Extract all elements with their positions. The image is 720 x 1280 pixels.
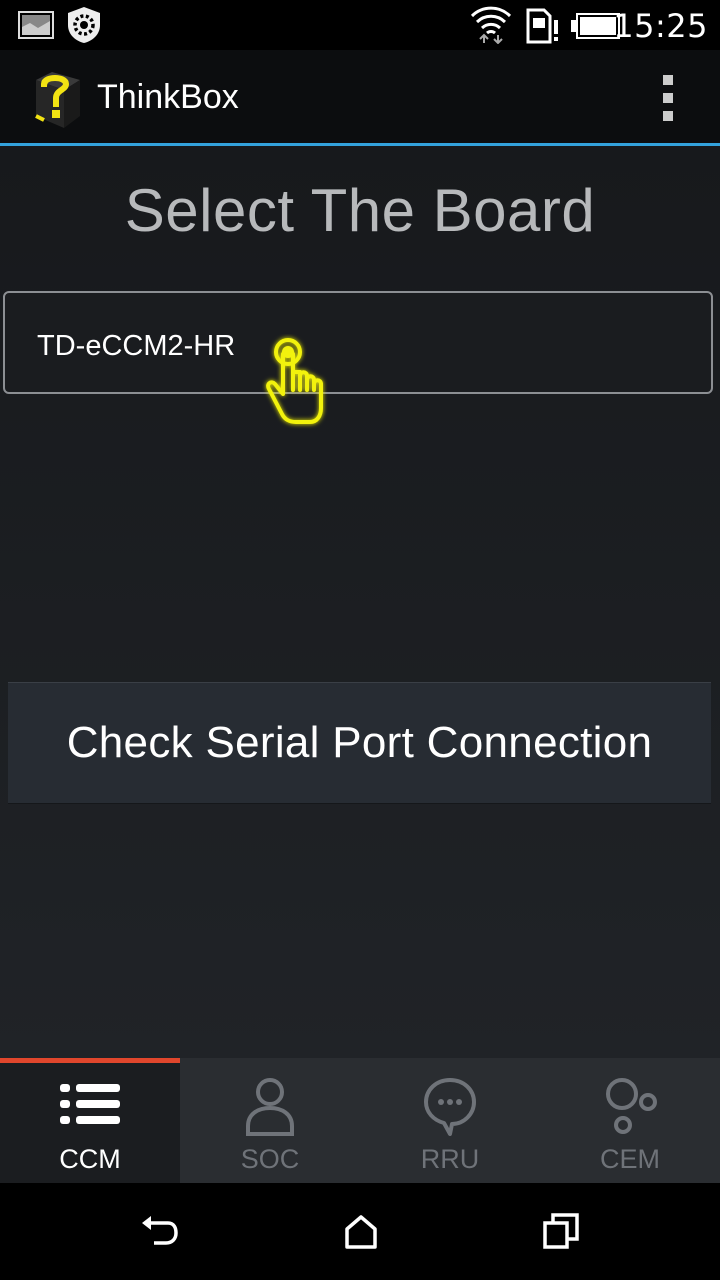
tab-label: SOC bbox=[240, 1144, 300, 1174]
list-icon bbox=[58, 1076, 122, 1137]
home-icon[interactable] bbox=[343, 1213, 379, 1254]
person-icon bbox=[238, 1076, 302, 1141]
tap-pointer-icon bbox=[262, 334, 332, 439]
bubbles-icon bbox=[598, 1076, 662, 1141]
bottom-tab-bar: CCM SOC RRU CEM bbox=[0, 1058, 720, 1183]
thinkbox-logo-icon bbox=[30, 70, 84, 135]
page-title: Select The Board bbox=[124, 177, 596, 244]
chat-bubble-icon bbox=[418, 1076, 482, 1141]
tab-label: RRU bbox=[420, 1144, 480, 1174]
tab-cem[interactable]: CEM bbox=[540, 1058, 720, 1183]
tab-label: CEM bbox=[600, 1144, 660, 1174]
check-serial-port-button[interactable]: Check Serial Port Connection bbox=[8, 682, 711, 804]
active-tab-indicator bbox=[0, 1058, 180, 1063]
status-bar: 15:25 bbox=[0, 0, 720, 50]
overflow-menu-icon[interactable] bbox=[660, 75, 676, 121]
wifi-icon bbox=[470, 4, 512, 49]
app-title: ThinkBox bbox=[97, 78, 239, 116]
status-time: 15:25 bbox=[613, 7, 708, 45]
sim-alert-icon bbox=[525, 8, 561, 49]
tab-ccm[interactable]: CCM bbox=[0, 1058, 180, 1183]
action-bar: ThinkBox bbox=[0, 50, 720, 143]
tab-label: CCM bbox=[59, 1144, 121, 1174]
settings-notification-icon bbox=[66, 6, 102, 49]
recents-icon[interactable] bbox=[543, 1213, 579, 1254]
board-select-value: TD-eCCM2-HR bbox=[37, 330, 236, 362]
tab-soc[interactable]: SOC bbox=[180, 1058, 360, 1183]
system-nav-bar bbox=[0, 1183, 720, 1280]
main-content: Select The Board TD-eCCM2-HR Check Seria… bbox=[0, 146, 720, 1058]
board-select[interactable]: TD-eCCM2-HR bbox=[3, 291, 713, 394]
back-icon[interactable] bbox=[140, 1213, 180, 1254]
image-notification-icon bbox=[18, 11, 54, 44]
tab-rru[interactable]: RRU bbox=[360, 1058, 540, 1183]
